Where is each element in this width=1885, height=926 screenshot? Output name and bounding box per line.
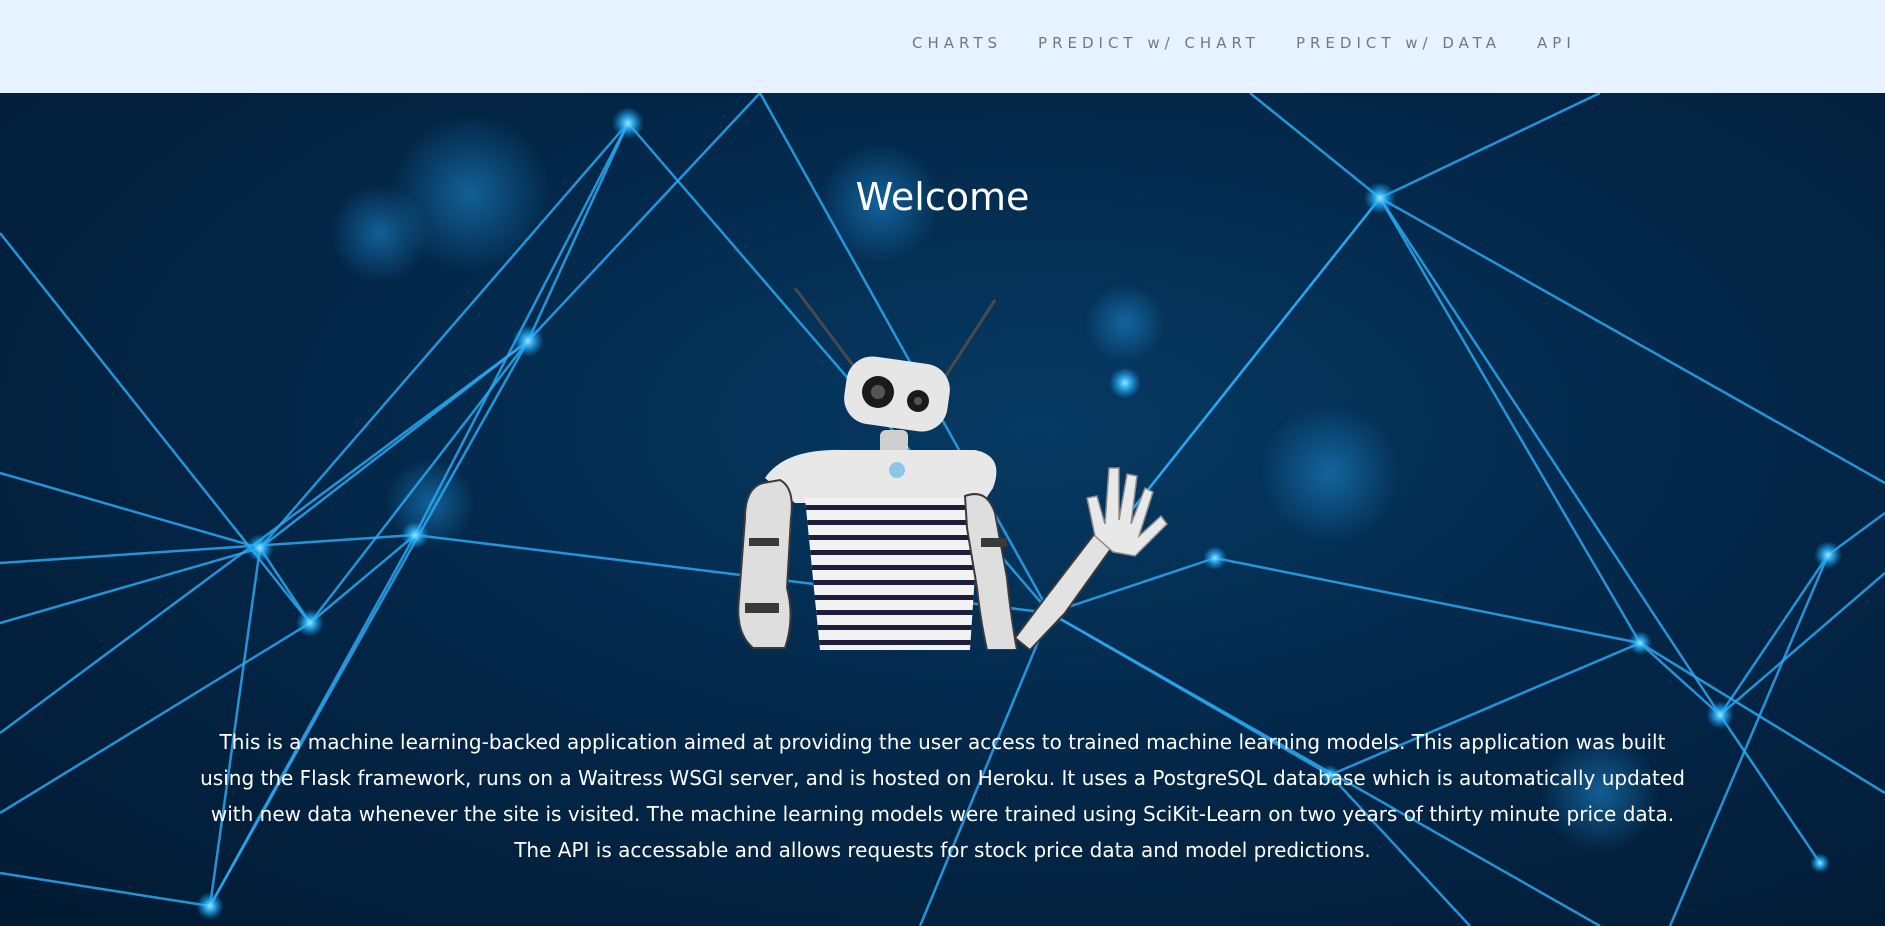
page-title: Welcome xyxy=(855,175,1030,219)
waving-robot-image xyxy=(737,288,1168,650)
intro-paragraph: This is a machine learning-backed applic… xyxy=(200,730,1685,862)
nav-link-charts[interactable]: CHARTS xyxy=(912,34,1002,52)
top-navbar: CHARTS PREDICT w/ CHART PREDICT w/ DATA … xyxy=(0,0,1885,93)
hero-section: Welcome This is a machine learning-backe… xyxy=(0,93,1885,926)
nav-link-api[interactable]: API xyxy=(1537,34,1576,52)
nav-links: CHARTS PREDICT w/ CHART PREDICT w/ DATA … xyxy=(912,0,1576,86)
nav-link-predict-chart[interactable]: PREDICT w/ CHART xyxy=(1038,34,1260,52)
nav-link-predict-data[interactable]: PREDICT w/ DATA xyxy=(1296,34,1501,52)
